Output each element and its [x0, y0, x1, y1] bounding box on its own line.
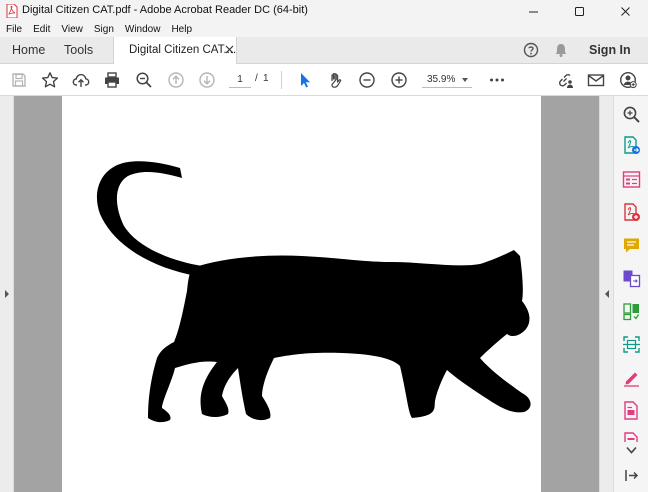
notifications-bell-icon[interactable]: [553, 42, 569, 58]
chevron-right-icon: [5, 290, 9, 298]
pdf-page: [62, 96, 541, 492]
menu-view[interactable]: View: [61, 24, 83, 35]
scan-document-icon: [623, 336, 640, 353]
upload-cloud-button[interactable]: [72, 71, 90, 89]
pen-sign-icon: [624, 372, 639, 387]
scan-ocr-button[interactable]: [622, 335, 641, 354]
hand-tool-button[interactable]: [327, 71, 345, 89]
organize-pages-icon: [623, 303, 640, 321]
save-icon: [12, 73, 26, 87]
document-viewport[interactable]: [14, 96, 599, 492]
maximize-icon: [574, 6, 584, 16]
arrow-down-circle-icon: [199, 72, 215, 88]
chevron-down-icon: [462, 78, 468, 82]
tab-tools[interactable]: Tools: [64, 43, 93, 57]
edit-layout-icon: [622, 171, 641, 188]
email-button[interactable]: [587, 71, 605, 89]
cloud-upload-icon: [72, 73, 90, 87]
minimize-icon: [528, 11, 538, 12]
more-dots-icon: [490, 78, 504, 82]
cat-silhouette-image: [96, 161, 531, 423]
collapse-pane-button[interactable]: [622, 466, 641, 485]
save-button[interactable]: [10, 71, 28, 89]
combine-files-button[interactable]: [622, 269, 641, 288]
fill-sign-button[interactable]: [622, 368, 641, 387]
organize-pages-button[interactable]: [622, 302, 641, 321]
menu-window[interactable]: Window: [125, 24, 161, 35]
previous-page-button[interactable]: [167, 71, 185, 89]
close-window-button[interactable]: [602, 0, 648, 22]
edit-pdf-button[interactable]: [622, 170, 641, 189]
scroll-tools-down-button[interactable]: [622, 441, 641, 454]
create-pdf-icon: [624, 203, 640, 221]
share-link-button[interactable]: [556, 71, 574, 89]
tab-bar: Home Tools Digital Citizen CAT.... Sign …: [0, 37, 648, 65]
protect-pdf-button[interactable]: [622, 401, 641, 420]
printer-icon: [105, 72, 119, 88]
toolbar-divider: [281, 71, 282, 89]
help-icon[interactable]: [523, 42, 539, 58]
menu-file[interactable]: File: [6, 24, 22, 35]
page-separator: /: [255, 73, 258, 84]
zoom-level-value: 35.9%: [427, 74, 456, 85]
next-page-button[interactable]: [198, 71, 216, 89]
comment-button[interactable]: [622, 236, 641, 255]
zoom-out-search-button[interactable]: [135, 71, 153, 89]
minus-circle-icon: [359, 72, 375, 88]
comment-bubble-icon: [624, 238, 639, 253]
cursor-arrow-icon: [301, 73, 310, 88]
envelope-icon: [587, 74, 605, 87]
main-toolbar: 1 / 1 35.9%: [0, 64, 648, 96]
arrow-right-bar-icon: [625, 470, 639, 481]
export-pdf-icon: [624, 136, 640, 154]
right-panel-toggle[interactable]: [599, 96, 613, 492]
zoom-out-button[interactable]: [358, 71, 376, 89]
sign-in-button[interactable]: Sign In: [589, 43, 631, 57]
acrobat-pdf-icon: [6, 4, 18, 18]
magnifier-zoom-icon: [623, 106, 640, 123]
create-pdf-button[interactable]: [622, 203, 641, 222]
close-tab-icon[interactable]: [225, 45, 234, 54]
title-bar: Digital Citizen CAT.pdf - Adobe Acrobat …: [0, 0, 648, 22]
tab-document-label: Digital Citizen CAT....: [129, 44, 237, 56]
print-button[interactable]: [103, 71, 121, 89]
close-icon: [620, 6, 630, 16]
zoom-in-button[interactable]: [390, 71, 408, 89]
chevron-left-icon: [605, 290, 609, 298]
bookmark-star-button[interactable]: [41, 71, 59, 89]
star-icon: [41, 72, 59, 88]
document-form-icon: [624, 401, 638, 420]
window-title: Digital Citizen CAT.pdf - Adobe Acrobat …: [22, 4, 308, 16]
plus-circle-icon: [391, 72, 407, 88]
tab-document[interactable]: Digital Citizen CAT....: [113, 37, 237, 65]
left-panel-toggle[interactable]: [0, 96, 14, 492]
page-number-input[interactable]: 1: [229, 72, 251, 88]
person-add-icon: [619, 71, 637, 89]
search-tool-button[interactable]: [622, 105, 641, 124]
magnifier-minus-icon: [136, 72, 152, 88]
more-tools-button[interactable]: [488, 71, 506, 89]
menu-bar: File Edit View Sign Window Help: [0, 22, 648, 37]
tools-pane: [613, 96, 648, 492]
account-share-button[interactable]: [619, 71, 637, 89]
hand-icon: [331, 73, 342, 88]
arrow-up-circle-icon: [168, 72, 184, 88]
select-tool-button[interactable]: [296, 71, 314, 89]
minimize-button[interactable]: [510, 0, 556, 22]
maximize-button[interactable]: [556, 0, 602, 22]
zoom-level-dropdown[interactable]: 35.9%: [422, 72, 472, 88]
link-person-icon: [558, 73, 573, 88]
menu-help[interactable]: Help: [171, 24, 192, 35]
chevron-down-icon: [626, 446, 637, 454]
menu-sign[interactable]: Sign: [94, 24, 114, 35]
export-pdf-button[interactable]: [622, 136, 641, 155]
combine-files-icon: [623, 270, 641, 288]
menu-edit[interactable]: Edit: [33, 24, 50, 35]
page-total: 1: [263, 73, 269, 84]
tab-home[interactable]: Home: [12, 43, 45, 57]
